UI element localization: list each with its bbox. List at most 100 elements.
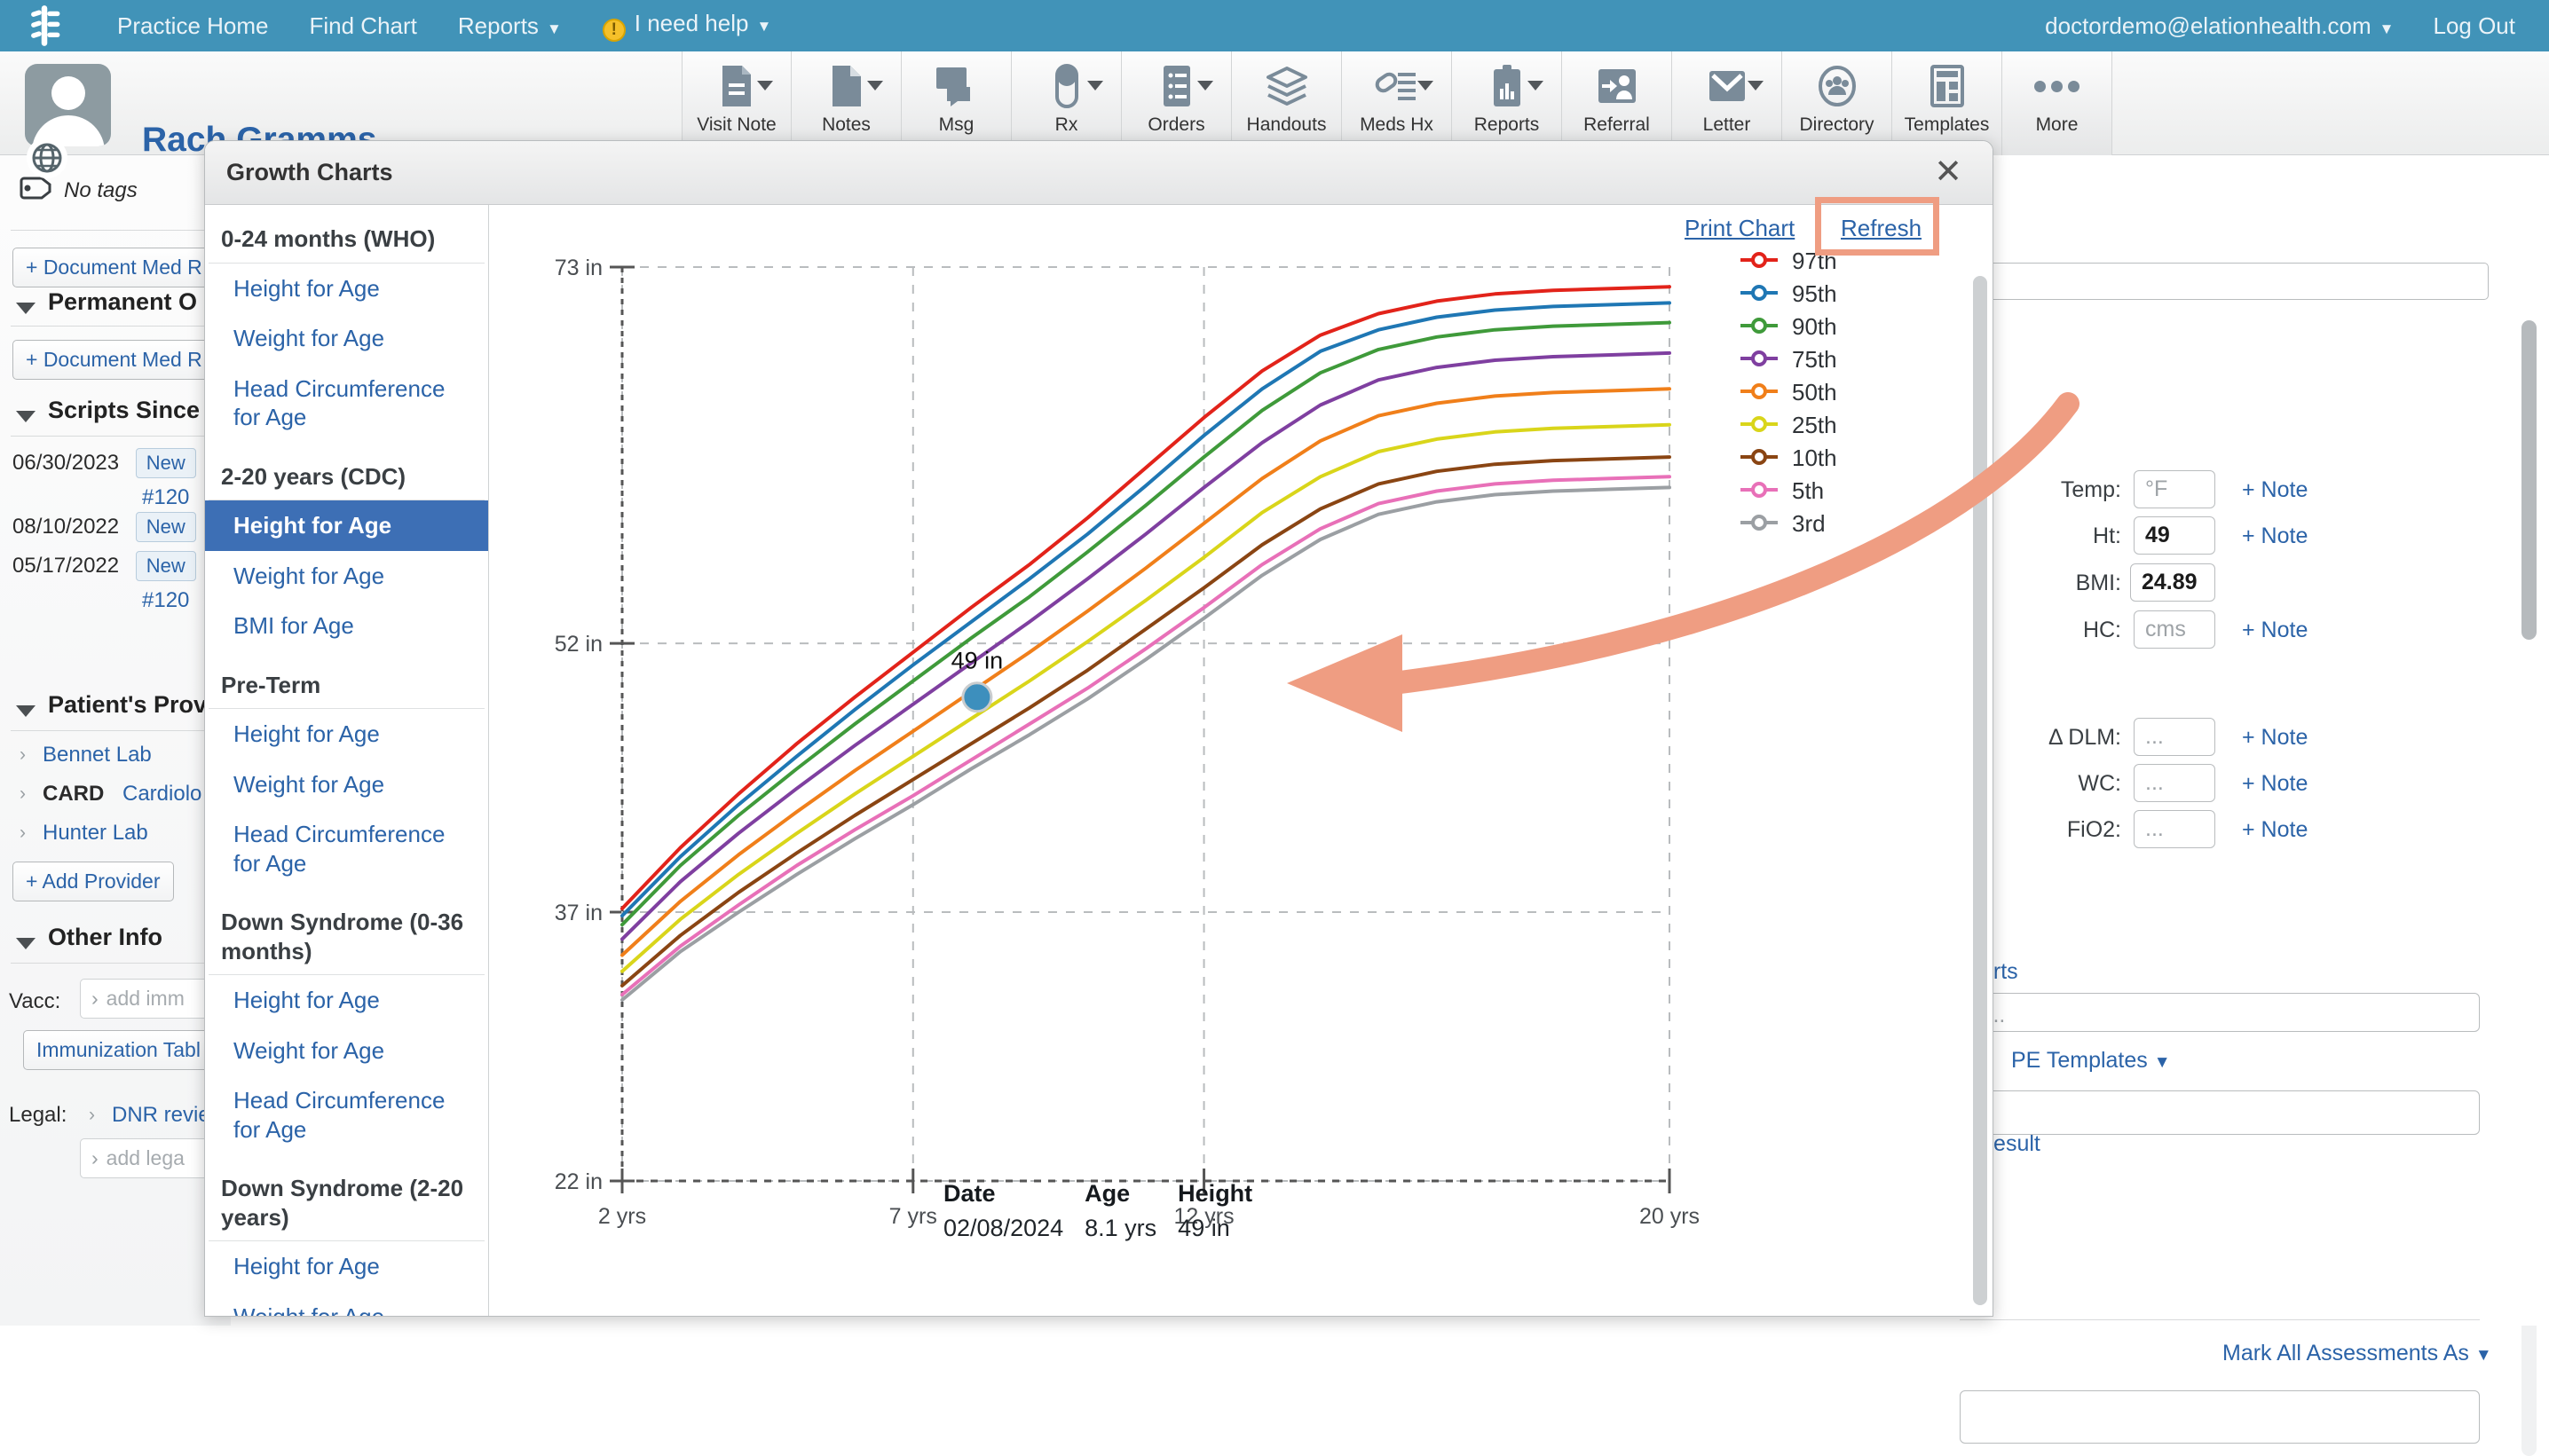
mark-all-assessments-dropdown[interactable]: Mark All Assessments As ▼ (2222, 1341, 2492, 1366)
document-med-button-1[interactable]: + Document Med R (12, 248, 216, 287)
chart-item-ds036-hc[interactable]: Head Circumference for Age (205, 1075, 488, 1154)
logout-link[interactable]: Log Out (2433, 12, 2515, 40)
providers-header[interactable]: Patient's Prov (48, 691, 207, 719)
document-med-button-2[interactable]: + Document Med R (12, 340, 216, 380)
reports-clipboard-icon (1492, 63, 1522, 109)
provider-card-code: CARD (43, 782, 105, 806)
growth-data-table: Date Age Height 02/08/2024 8.1 yrs 49 in (943, 1180, 1274, 1242)
toolbar-label: Handouts (1246, 114, 1327, 135)
legal-label: Legal: (9, 1103, 67, 1127)
refresh-link[interactable]: Refresh (1841, 215, 1922, 242)
modal-header: Growth Charts ✕ (205, 141, 1993, 205)
script-chip[interactable]: New (135, 512, 196, 542)
scripts-header[interactable]: Scripts Since (48, 397, 200, 424)
height-field[interactable]: 49 (2134, 516, 2215, 555)
collapse-triangle-icon[interactable] (16, 411, 36, 422)
chart-item-preterm-hc[interactable]: Head Circumference for Age (205, 809, 488, 888)
svg-text:90th: 90th (1792, 313, 1837, 340)
nav-reports[interactable]: Reports ▼ (458, 12, 562, 40)
script-chip[interactable]: New (135, 448, 196, 478)
nav-i-need-help[interactable]: ! I need help ▼ (602, 10, 771, 42)
provider-hunter-lab[interactable]: Hunter Lab (43, 821, 148, 846)
chart-item-cdc-height[interactable]: Height for Age (205, 500, 488, 551)
toolbar-more[interactable]: More (2002, 51, 2112, 155)
svg-text:37 in: 37 in (555, 901, 603, 925)
chart-item-ds036-height[interactable]: Height for Age (205, 975, 488, 1026)
scrollbar-thumb[interactable] (2521, 320, 2537, 640)
legal-dnr-link[interactable]: DNR revie (112, 1103, 210, 1128)
chart-item-ds220-height[interactable]: Height for Age (205, 1241, 488, 1292)
dlm-field[interactable]: ... (2134, 718, 2215, 756)
chevron-right-icon[interactable]: › (20, 783, 26, 805)
chevron-right-icon[interactable]: › (89, 1105, 95, 1126)
add-note-ht[interactable]: + Note (2242, 523, 2308, 549)
divider (11, 436, 231, 437)
provider-cardiology[interactable]: Cardiolo (122, 782, 201, 807)
other-info-header[interactable]: Other Info (48, 924, 162, 951)
chevron-right-icon[interactable]: › (20, 822, 26, 844)
toolbar-label: Msg (938, 114, 975, 135)
chart-item-ds220-weight[interactable]: Weight for Age (205, 1292, 488, 1317)
add-note-dlm[interactable]: + Note (2242, 725, 2308, 751)
script-chip[interactable]: New (135, 551, 196, 581)
toolbar-label: Meds Hx (1360, 114, 1433, 135)
collapse-triangle-icon[interactable] (16, 938, 36, 949)
table-header-height: Height (1178, 1180, 1253, 1207)
add-note-fio2[interactable]: + Note (2242, 817, 2308, 843)
permanent-orders-header[interactable]: Permanent O (48, 288, 197, 316)
chevron-down-icon: ▼ (2379, 20, 2395, 37)
chart-item-cdc-bmi[interactable]: BMI for Age (205, 601, 488, 651)
top-text-field[interactable] (1981, 263, 2489, 300)
nav-find-chart[interactable]: Find Chart (310, 12, 417, 40)
pe-templates-dropdown[interactable]: PE Templates ▼ (2011, 1048, 2171, 1074)
toolbar-label: Visit Note (697, 114, 777, 135)
close-icon[interactable]: ✕ (1929, 153, 1968, 193)
left-sidebar: No tags + Document Med R Permanent O + D… (0, 155, 231, 1326)
fio2-field[interactable]: ... (2134, 810, 2215, 848)
chart-group-header: Pre-Term (221, 671, 321, 698)
cell-age: 8.1 yrs (1085, 1215, 1157, 1241)
svg-text:5th: 5th (1792, 477, 1824, 504)
chart-group-header: 0-24 months (WHO) (221, 225, 436, 252)
chart-item-who-hc[interactable]: Head Circumference for Age (205, 364, 488, 443)
toolbar-label: Notes (822, 114, 871, 135)
chart-group-header: 2-20 years (CDC) (221, 462, 406, 490)
print-chart-link[interactable]: Print Chart (1685, 215, 1795, 242)
chart-item-ds036-weight[interactable]: Weight for Age (205, 1026, 488, 1076)
chart-item-who-height[interactable]: Height for Age (205, 264, 488, 314)
vital-label-fio2: FiO2: (2066, 817, 2121, 842)
notes-icon (831, 63, 863, 109)
bmi-field[interactable]: 24.89 (2130, 563, 2215, 602)
collapse-triangle-icon[interactable] (16, 705, 36, 717)
assessment-field[interactable] (1960, 1390, 2480, 1444)
referral-icon (1597, 63, 1638, 109)
hc-field[interactable]: cms (2134, 610, 2215, 649)
chevron-down-icon (1197, 81, 1213, 91)
provider-bennet-lab[interactable]: Bennet Lab (43, 743, 152, 767)
chart-item-cdc-weight[interactable]: Weight for Age (205, 551, 488, 602)
temp-field[interactable]: °F (2134, 470, 2215, 508)
add-provider-button[interactable]: + Add Provider (12, 862, 174, 901)
meds-history-icon (1375, 63, 1419, 109)
script-sub[interactable]: #120 (142, 485, 189, 510)
immunization-table-button[interactable]: Immunization Tabl (23, 1030, 214, 1070)
table-row: 08/10/2022 New (12, 512, 196, 542)
add-note-wc[interactable]: + Note (2242, 771, 2308, 797)
script-sub[interactable]: #120 (142, 588, 189, 613)
chart-item-who-weight[interactable]: Weight for Age (205, 313, 488, 364)
chevron-right-icon[interactable]: › (20, 744, 26, 766)
nav-practice-home[interactable]: Practice Home (117, 12, 269, 40)
scrollbar-thumb[interactable] (1973, 276, 1987, 1305)
wc-field[interactable]: ... (2134, 764, 2215, 802)
collapse-triangle-icon[interactable] (16, 303, 36, 314)
pe-text-field[interactable] (1956, 1090, 2480, 1135)
chart-item-preterm-height[interactable]: Height for Age (205, 709, 488, 759)
account-menu[interactable]: doctordemo@elationhealth.com ▼ (2045, 12, 2394, 40)
chart-item-preterm-weight[interactable]: Weight for Age (205, 759, 488, 810)
account-email: doctordemo@elationhealth.com (2045, 12, 2371, 39)
elation-logo-icon[interactable] (12, 0, 76, 51)
vital-label-hc: HC: (2082, 618, 2121, 642)
add-note-temp[interactable]: + Note (2242, 477, 2308, 503)
add-note-hc[interactable]: + Note (2242, 618, 2308, 643)
vacc-label: Vacc: (9, 989, 61, 1013)
